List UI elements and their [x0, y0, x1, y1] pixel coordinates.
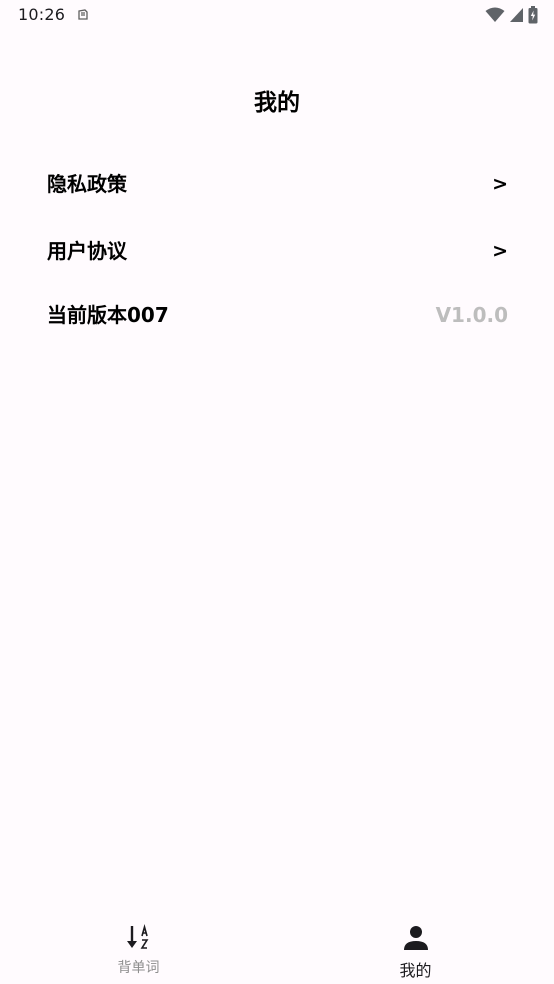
signal-icon [510, 8, 523, 22]
version-value: V1.0.0 [435, 303, 508, 327]
bottom-navigation: 背单词 我的 [0, 912, 554, 984]
status-bar: 10:26 [0, 0, 554, 32]
status-icons [485, 6, 538, 24]
user-agreement-row[interactable]: 用户协议 > [47, 231, 508, 271]
nav-label-profile: 我的 [399, 961, 432, 980]
status-time: 10:26 [18, 5, 66, 24]
my-page-screen: 10:26 我的 隐私政策 > 用户协议 > 当前版本007 V1.0.0 背单… [0, 0, 554, 984]
privacy-policy-label: 隐私政策 [47, 172, 127, 196]
nav-item-vocabulary[interactable]: 背单词 [0, 912, 277, 984]
page-title: 我的 [254, 90, 300, 116]
chevron-right-icon: > [492, 240, 508, 262]
version-label: 当前版本007 [47, 303, 169, 327]
person-icon [403, 926, 428, 950]
privacy-policy-row[interactable]: 隐私政策 > [47, 164, 508, 204]
notification-icon [78, 9, 88, 20]
nav-label-vocabulary: 背单词 [117, 960, 160, 976]
sort-az-icon [126, 924, 148, 949]
user-agreement-label: 用户协议 [47, 239, 127, 263]
wifi-icon [485, 7, 505, 22]
nav-item-profile[interactable]: 我的 [277, 912, 554, 984]
chevron-right-icon: > [492, 173, 508, 195]
version-row: 当前版本007 V1.0.0 [47, 295, 508, 335]
battery-icon [528, 6, 538, 24]
